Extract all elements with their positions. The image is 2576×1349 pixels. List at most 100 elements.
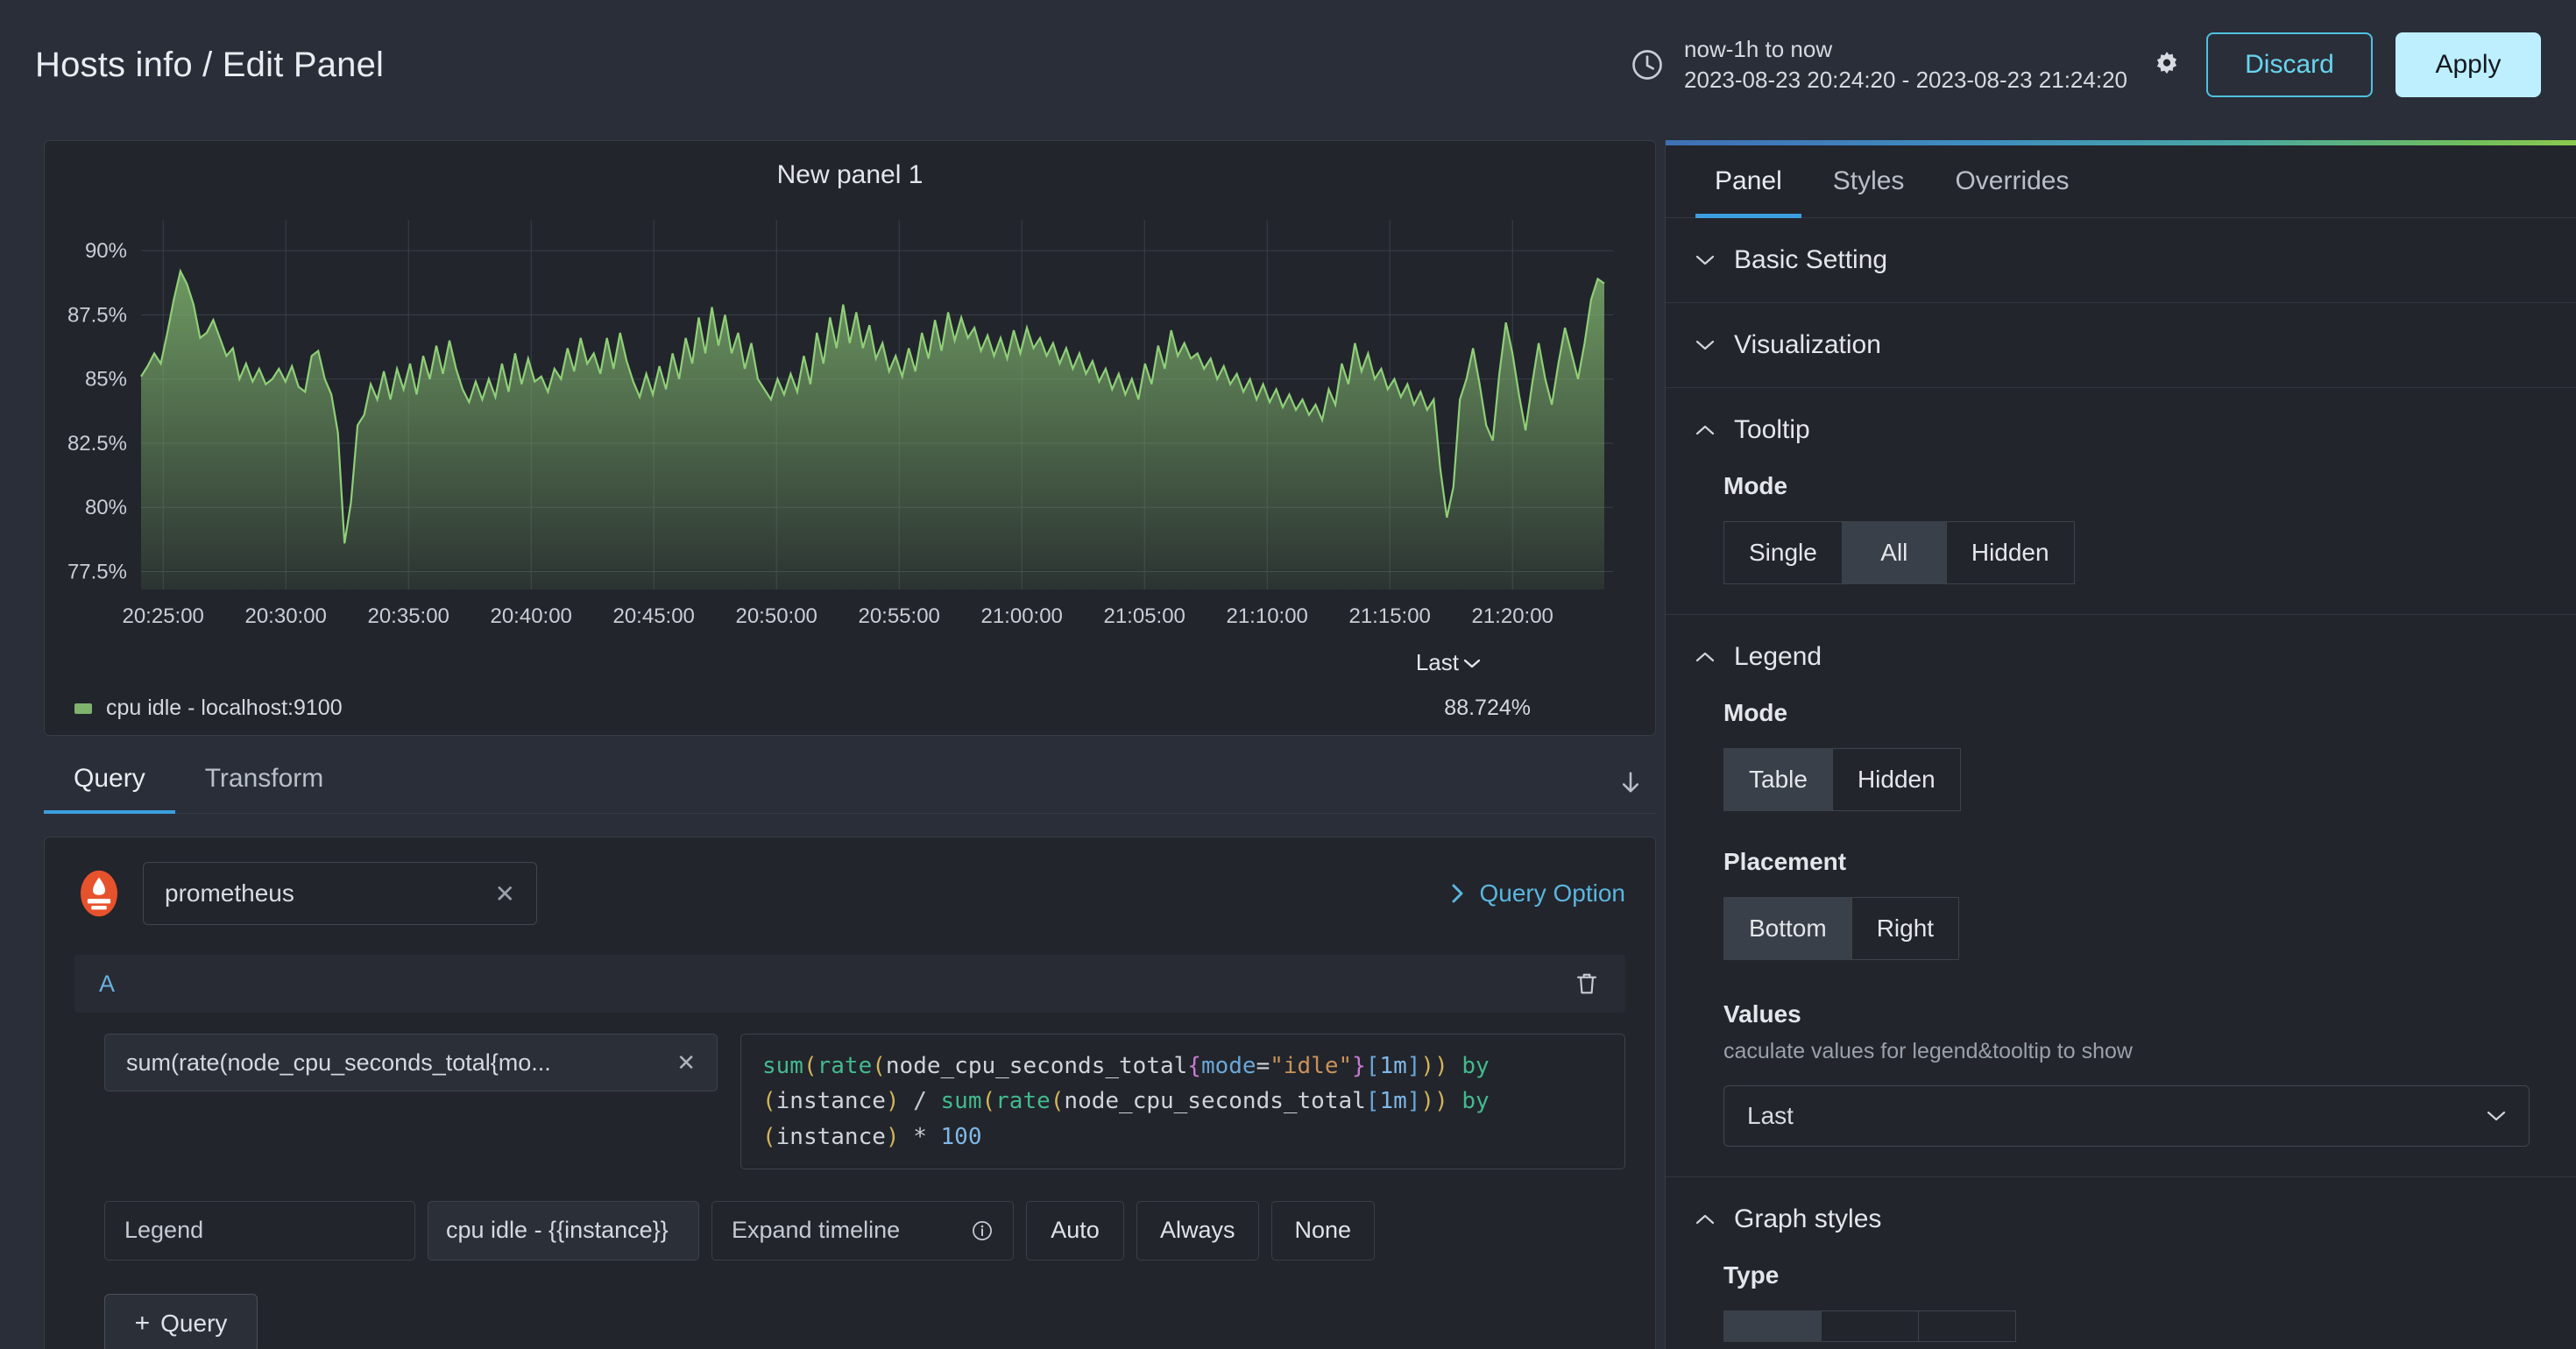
graph-type-option-3[interactable]: [1918, 1310, 2016, 1342]
panel-legend: Last cpu idle - localhost:9100 88.724%: [45, 649, 1657, 735]
section-visualization-label: Visualization: [1734, 330, 1881, 359]
svg-text:20:40:00: 20:40:00: [490, 604, 571, 628]
expand-timeline-toggle[interactable]: Expand timeline: [711, 1200, 1014, 1261]
legend-placement-right[interactable]: Right: [1851, 897, 1960, 960]
svg-text:80%: 80%: [85, 496, 127, 519]
query-option-toggle[interactable]: Query Option: [1449, 879, 1625, 908]
tooltip-mode-hidden[interactable]: Hidden: [1945, 521, 2075, 584]
chevron-up-icon: [1695, 1214, 1715, 1225]
query-editor: prometheus ✕ Query Option A sum(rate(nod…: [44, 837, 1656, 1349]
promql-expression-editor[interactable]: sum(rate(node_cpu_seconds_total{mode="id…: [740, 1034, 1625, 1169]
resolution-option-auto[interactable]: Auto: [1026, 1200, 1124, 1261]
svg-text:82.5%: 82.5%: [67, 432, 127, 456]
svg-text:21:20:00: 21:20:00: [1471, 604, 1553, 628]
discard-button[interactable]: Discard: [2206, 32, 2373, 97]
visualization-panel: New panel 1 90% 87.5% 85% 82.5% 80% 77.5% 20:…: [44, 140, 1656, 736]
tooltip-mode-all[interactable]: All: [1841, 521, 1947, 584]
edit-panel-app: Hosts info / Edit Panel now-1h to now 20…: [0, 0, 2576, 1349]
chevron-down-icon: [2487, 1111, 2506, 1121]
tab-panel[interactable]: Panel: [1695, 145, 1801, 218]
legend-mode-hidden[interactable]: Hidden: [1831, 748, 1961, 811]
sidebar-tabs: Panel Styles Overrides: [1666, 145, 2576, 218]
legend-placement-group: Bottom Right: [1723, 897, 2546, 960]
chart-container[interactable]: 90% 87.5% 85% 82.5% 80% 77.5% 20:25:00 20:30:0…: [45, 195, 1657, 686]
svg-text:20:45:00: 20:45:00: [612, 604, 694, 628]
svg-text:21:05:00: 21:05:00: [1103, 604, 1185, 628]
legend-values-select[interactable]: Last: [1723, 1085, 2530, 1147]
metric-select[interactable]: sum(rate(node_cpu_seconds_total{mo... ✕: [104, 1034, 718, 1091]
legend-mode-table[interactable]: Table: [1723, 748, 1833, 811]
section-legend-body: Mode Table Hidden Placement Bottom Right…: [1695, 699, 2546, 1176]
section-legend-header[interactable]: Legend: [1695, 615, 2546, 699]
section-visualization-header[interactable]: Visualization: [1695, 303, 2546, 387]
metric-select-value: sum(rate(node_cpu_seconds_total{mo...: [126, 1049, 551, 1076]
tooltip-mode-single[interactable]: Single: [1723, 521, 1843, 584]
resolution-option-always[interactable]: Always: [1136, 1200, 1259, 1261]
section-tooltip-body: Mode Single All Hidden: [1695, 472, 2546, 614]
tab-transform[interactable]: Transform: [175, 753, 354, 813]
graph-type-option-1[interactable]: [1723, 1310, 1822, 1342]
legend-series-entry[interactable]: cpu idle - localhost:9100: [74, 696, 343, 721]
graph-type-group: [1723, 1310, 2546, 1342]
svg-text:21:10:00: 21:10:00: [1226, 604, 1307, 628]
section-graph-styles: Graph styles Type: [1666, 1177, 2576, 1349]
graph-type-option-2[interactable]: [1821, 1310, 1919, 1342]
legend-calc-selector[interactable]: Last: [1416, 649, 1482, 676]
time-range-picker[interactable]: now-1h to now 2023-08-23 20:24:20 - 2023…: [1630, 37, 2127, 92]
info-icon[interactable]: [971, 1219, 994, 1242]
apply-button[interactable]: Apply: [2396, 32, 2541, 97]
panel-title: New panel 1: [776, 160, 924, 189]
time-absolute: 2023-08-23 20:24:20 - 2023-08-23 21:24:2…: [1684, 67, 2127, 93]
legend-placement-bottom[interactable]: Bottom: [1723, 897, 1852, 960]
resolution-option-none[interactable]: None: [1270, 1200, 1376, 1261]
query-options-row: Legend Expand timeline Auto Always None: [74, 1200, 1625, 1261]
legend-format-input[interactable]: [428, 1200, 699, 1261]
timeseries-chart: 90% 87.5% 85% 82.5% 80% 77.5% 20:25:00 20:30:0…: [67, 220, 1613, 628]
chevron-down-icon: [1695, 340, 1715, 350]
legend-row-series[interactable]: cpu idle - localhost:9100 88.724%: [74, 696, 1627, 721]
chevron-up-icon: [1695, 652, 1715, 662]
datasource-select[interactable]: prometheus ✕: [143, 862, 537, 925]
tab-query[interactable]: Query: [44, 753, 175, 814]
left-column: New panel 1 90% 87.5% 85% 82.5% 80% 77.5% 20:…: [44, 140, 1656, 1349]
graph-type-label: Type: [1723, 1261, 1780, 1289]
section-basic-setting: Basic Setting: [1666, 218, 2576, 303]
gear-icon[interactable]: [2150, 48, 2183, 81]
collapse-down-icon[interactable]: [1616, 768, 1645, 798]
section-tooltip-header[interactable]: Tooltip: [1695, 388, 2546, 472]
svg-text:90%: 90%: [85, 239, 127, 263]
add-query-button[interactable]: + Query: [104, 1293, 258, 1349]
section-legend: Legend Mode Table Hidden Placement Botto…: [1666, 615, 2576, 1177]
datasource-left: prometheus ✕: [74, 862, 537, 925]
legend-values-selected: Last: [1747, 1102, 1794, 1129]
add-query-label: Query: [160, 1309, 228, 1337]
tooltip-mode-label: Mode: [1723, 472, 1788, 499]
clear-metric-icon[interactable]: ✕: [676, 1049, 696, 1077]
datasource-value: prometheus: [165, 879, 294, 907]
svg-text:20:25:00: 20:25:00: [122, 604, 203, 628]
prometheus-icon: [81, 870, 117, 917]
legend-mode-group: Table Hidden: [1723, 748, 2546, 811]
trash-icon[interactable]: [1573, 969, 1601, 999]
section-tooltip: Tooltip Mode Single All Hidden: [1666, 388, 2576, 615]
options-sidebar: Panel Styles Overrides Basic Setting Vis…: [1665, 140, 2576, 1349]
clock-icon: [1632, 50, 1662, 80]
legend-calc-label: Last: [1415, 649, 1459, 675]
svg-text:20:35:00: 20:35:00: [367, 604, 449, 628]
section-graph-styles-header[interactable]: Graph styles: [1695, 1177, 2546, 1261]
clear-datasource-icon[interactable]: ✕: [495, 879, 515, 908]
chevron-down-icon: [1463, 659, 1481, 667]
query-row-letter[interactable]: A: [99, 971, 115, 998]
section-graph-styles-body: Type: [1695, 1261, 2546, 1349]
legend-field-label: Legend: [104, 1200, 415, 1261]
expression-row: sum(rate(node_cpu_seconds_total{mo... ✕ …: [74, 1034, 1625, 1169]
chevron-right-icon: [1452, 884, 1463, 903]
legend-placement-label: Placement: [1723, 848, 1847, 875]
datasource-row: prometheus ✕ Query Option: [74, 862, 1625, 925]
time-range-texts: now-1h to now 2023-08-23 20:24:20 - 2023…: [1684, 37, 2127, 92]
tab-overrides[interactable]: Overrides: [1936, 145, 2088, 217]
legend-mode-label: Mode: [1723, 699, 1788, 726]
chevron-down-icon: [1695, 255, 1715, 265]
tab-styles[interactable]: Styles: [1814, 145, 1924, 217]
section-basic-setting-header[interactable]: Basic Setting: [1695, 218, 2546, 302]
